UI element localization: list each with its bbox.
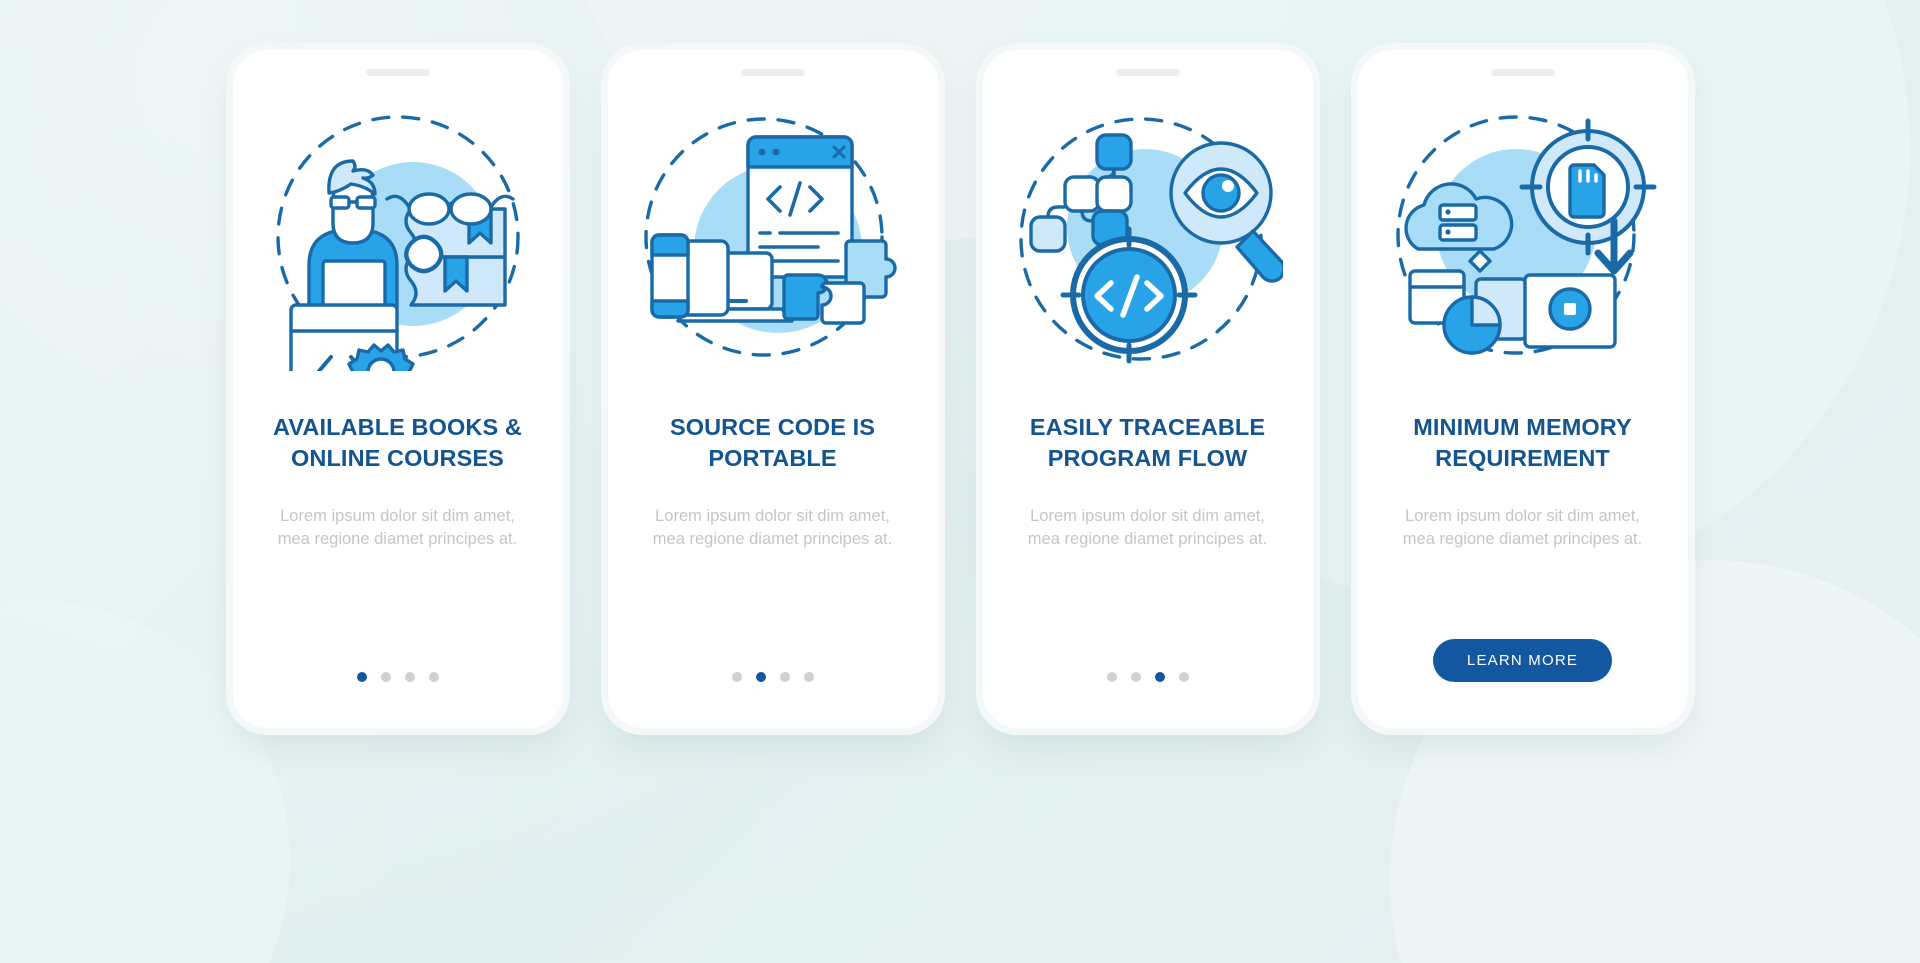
phone-speaker	[365, 69, 430, 76]
pagination-dot-2[interactable]	[755, 672, 766, 682]
screen-body-text: Lorem ipsum dolor sit dim amet, mea regi…	[277, 506, 518, 549]
phone-mockup-2: SOURCE CODE IS PORTABLE Lorem ipsum dolo…	[607, 50, 938, 728]
pagination-dot-3[interactable]	[779, 672, 790, 682]
phone-speaker	[740, 69, 805, 76]
phone-speaker	[1115, 69, 1180, 76]
screen-title: MINIMUM MEMORY REQUIREMENT	[1413, 414, 1632, 472]
pagination-dot-2[interactable]	[1130, 672, 1141, 682]
learn-more-button[interactable]: LEARN MORE	[1432, 639, 1613, 682]
illustration-devices-code-puzzle	[608, 90, 938, 390]
screen-body-text: Lorem ipsum dolor sit dim amet, mea regi…	[1402, 506, 1643, 549]
screen-body-text: Lorem ipsum dolor sit dim amet, mea regi…	[1027, 506, 1268, 549]
phone-mockup-1: AVAILABLE BOOKS & ONLINE COURSES Lorem i…	[232, 50, 563, 728]
illustration-cloud-memory-diskette	[1358, 90, 1688, 390]
screen-footer	[233, 672, 563, 682]
phone-speaker	[1490, 69, 1555, 76]
pagination-dot-3[interactable]	[1154, 672, 1165, 682]
illustration-developer-books-certificate	[233, 90, 563, 390]
pagination-dots	[1106, 672, 1189, 682]
screen-title: EASILY TRACEABLE PROGRAM FLOW	[1029, 414, 1266, 472]
pagination-dot-1[interactable]	[356, 672, 367, 682]
screen-title: SOURCE CODE IS PORTABLE	[669, 414, 876, 472]
phone-mockup-3: EASILY TRACEABLE PROGRAM FLOW Lorem ipsu…	[982, 50, 1313, 728]
screen-body-text: Lorem ipsum dolor sit dim amet, mea regi…	[652, 506, 893, 549]
pagination-dot-3[interactable]	[404, 672, 415, 682]
screen-title: AVAILABLE BOOKS & ONLINE COURSES	[273, 414, 522, 472]
pagination-dots	[731, 672, 814, 682]
pagination-dot-1[interactable]	[731, 672, 742, 682]
screen-footer	[608, 672, 938, 682]
pagination-dot-4[interactable]	[428, 672, 439, 682]
screen-footer	[983, 672, 1313, 682]
illustration-flowchart-magnifier-code	[983, 90, 1313, 390]
pagination-dot-1[interactable]	[1106, 672, 1117, 682]
pagination-dot-4[interactable]	[1178, 672, 1189, 682]
screen-footer: LEARN MORE	[1358, 639, 1688, 682]
phone-mockup-4: MINIMUM MEMORY REQUIREMENT Lorem ipsum d…	[1357, 50, 1688, 728]
onboarding-screens-row: AVAILABLE BOOKS & ONLINE COURSES Lorem i…	[0, 0, 1920, 963]
pagination-dot-2[interactable]	[380, 672, 391, 682]
pagination-dots	[356, 672, 439, 682]
pagination-dot-4[interactable]	[803, 672, 814, 682]
